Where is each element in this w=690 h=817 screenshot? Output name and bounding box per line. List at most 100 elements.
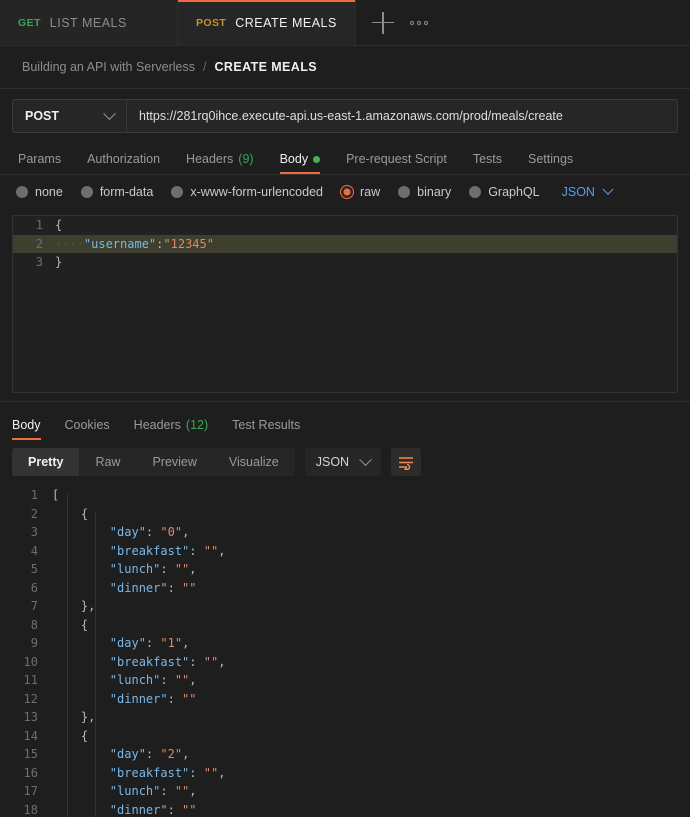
request-tab-settings[interactable]: Settings xyxy=(528,152,573,174)
code-line: 11 "lunch": "", xyxy=(0,671,690,690)
response-tab-cookies[interactable]: Cookies xyxy=(65,418,110,440)
code-line: 12 "dinner": "" xyxy=(0,690,690,709)
headers-count-badge: (9) xyxy=(238,152,253,166)
body-type-binary[interactable]: binary xyxy=(398,185,451,199)
response-format-select[interactable]: JSON xyxy=(305,448,381,476)
request-tab-body[interactable]: Body xyxy=(280,152,321,174)
postman-window: GET LIST MEALS POST CREATE MEALS Buildin… xyxy=(0,0,690,817)
line-number: 15 xyxy=(0,745,52,764)
tab-label: Body xyxy=(12,418,41,432)
code-line-text: "dinner": "" xyxy=(52,690,197,709)
response-tab-test-results[interactable]: Test Results xyxy=(232,418,300,440)
response-tab-body[interactable]: Body xyxy=(12,418,41,440)
request-tab-headers[interactable]: Headers (9) xyxy=(186,152,254,174)
line-number: 2 xyxy=(13,235,55,254)
line-number: 8 xyxy=(0,616,52,635)
code-line: 10 "breakfast": "", xyxy=(0,653,690,672)
view-mode-raw[interactable]: Raw xyxy=(79,448,136,476)
line-number: 16 xyxy=(0,764,52,783)
url-bar: POST xyxy=(12,99,678,133)
code-line-text: "lunch": "", xyxy=(52,671,197,690)
body-type-graphql[interactable]: GraphQL xyxy=(469,185,539,199)
code-line: 16 "breakfast": "", xyxy=(0,764,690,783)
line-number: 9 xyxy=(0,634,52,653)
code-line-text: "day": "1", xyxy=(52,634,189,653)
breadcrumb-collection[interactable]: Building an API with Serverless xyxy=(22,60,195,74)
line-number: 13 xyxy=(0,708,52,727)
code-line-text: { xyxy=(52,727,88,746)
radio-icon xyxy=(469,186,481,198)
body-type-label: binary xyxy=(417,185,451,199)
line-number: 12 xyxy=(0,690,52,709)
view-mode-pretty[interactable]: Pretty xyxy=(12,448,79,476)
request-tab-params[interactable]: Params xyxy=(18,152,61,174)
code-line: 3 "day": "0", xyxy=(0,523,690,542)
code-line: 14 { xyxy=(0,727,690,746)
response-headers-count-badge: (12) xyxy=(186,418,208,432)
code-line: 18 "dinner": "" xyxy=(0,801,690,817)
code-line: 8 { xyxy=(0,616,690,635)
code-line: 3} xyxy=(13,253,677,272)
code-line: 9 "day": "1", xyxy=(0,634,690,653)
body-type-x-www-form-urlencoded[interactable]: x-www-form-urlencoded xyxy=(171,185,323,199)
tab-label: Authorization xyxy=(87,152,160,166)
body-type-none[interactable]: none xyxy=(16,185,63,199)
response-view-toolbar: Pretty Raw Preview Visualize JSON xyxy=(0,440,690,486)
response-view-mode-group: Pretty Raw Preview Visualize xyxy=(12,448,295,476)
tab-bar-actions xyxy=(356,0,444,45)
tab-overflow-menu-icon[interactable] xyxy=(410,12,428,34)
code-line-text: "breakfast": "", xyxy=(52,764,225,783)
view-mode-preview[interactable]: Preview xyxy=(136,448,212,476)
code-line-text: { xyxy=(52,505,88,524)
code-line-text: "breakfast": "", xyxy=(52,653,225,672)
radio-icon xyxy=(398,186,410,198)
breadcrumb: Building an API with Serverless / CREATE… xyxy=(0,46,690,89)
view-mode-visualize[interactable]: Visualize xyxy=(213,448,295,476)
tab-label: Test Results xyxy=(232,418,300,432)
response-tab-headers[interactable]: Headers (12) xyxy=(134,418,208,440)
response-format-value: JSON xyxy=(316,455,349,469)
request-tab-create-meals[interactable]: POST CREATE MEALS xyxy=(178,0,356,45)
response-body-viewer[interactable]: 1[2 {3 "day": "0",4 "breakfast": "",5 "l… xyxy=(0,486,690,817)
raw-format-value: JSON xyxy=(562,185,595,199)
tab-label: Settings xyxy=(528,152,573,166)
code-line-text: "dinner": "" xyxy=(52,579,197,598)
http-method-select[interactable]: POST xyxy=(13,100,127,132)
breadcrumb-separator: / xyxy=(203,60,206,74)
request-body-editor[interactable]: 1{2····"username":"12345"3} xyxy=(12,215,678,393)
code-line: 5 "lunch": "", xyxy=(0,560,690,579)
code-line-text: "day": "2", xyxy=(52,745,189,764)
radio-icon xyxy=(16,186,28,198)
request-url-input[interactable] xyxy=(127,100,677,132)
tab-label: Headers xyxy=(134,418,181,432)
code-line-text: } xyxy=(55,253,62,272)
chevron-down-icon xyxy=(359,453,372,466)
code-line-text: }, xyxy=(52,597,95,616)
request-tab-tests[interactable]: Tests xyxy=(473,152,502,174)
body-type-form-data[interactable]: form-data xyxy=(81,185,154,199)
tab-label: Headers xyxy=(186,152,233,166)
request-tab-list-meals[interactable]: GET LIST MEALS xyxy=(0,0,178,45)
code-line-text: { xyxy=(55,216,62,235)
line-number: 17 xyxy=(0,782,52,801)
tab-method-label: GET xyxy=(18,17,41,29)
code-line: 4 "breakfast": "", xyxy=(0,542,690,561)
word-wrap-icon xyxy=(398,455,415,470)
request-tab-pre-request-script[interactable]: Pre-request Script xyxy=(346,152,447,174)
new-tab-button[interactable] xyxy=(372,12,394,34)
url-bar-row: POST xyxy=(0,89,690,143)
word-wrap-toggle-button[interactable] xyxy=(391,448,421,476)
code-line-text: "lunch": "", xyxy=(52,560,197,579)
code-line: 1{ xyxy=(13,216,677,235)
request-tab-authorization[interactable]: Authorization xyxy=(87,152,160,174)
tab-label: Cookies xyxy=(65,418,110,432)
body-type-label: raw xyxy=(360,185,380,199)
code-line-text: [ xyxy=(52,486,59,505)
breadcrumb-current-request: CREATE MEALS xyxy=(215,60,318,74)
raw-format-select[interactable]: JSON xyxy=(562,185,612,199)
body-type-raw[interactable]: raw xyxy=(341,185,380,199)
chevron-down-icon xyxy=(103,107,116,120)
body-type-label: GraphQL xyxy=(488,185,539,199)
code-line-text: "breakfast": "", xyxy=(52,542,225,561)
body-type-label: x-www-form-urlencoded xyxy=(190,185,323,199)
